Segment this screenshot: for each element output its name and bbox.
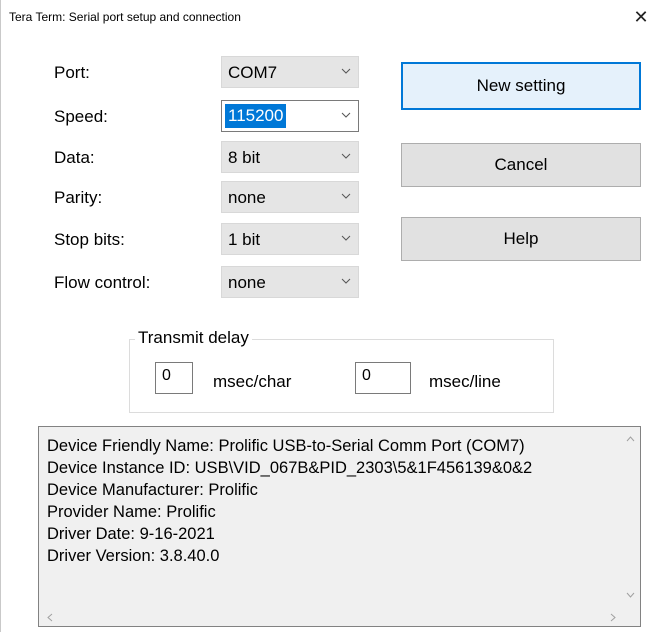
scroll-down-icon[interactable] — [626, 589, 635, 601]
device-instance-id: Device Instance ID: USB\VID_067B&PID_230… — [47, 459, 533, 477]
chevron-down-icon — [340, 63, 352, 79]
port-select[interactable]: COM7 — [221, 56, 359, 88]
port-label: Port: — [54, 63, 90, 82]
device-info-box[interactable]: Device Friendly Name: Prolific USB-to-Se… — [38, 426, 641, 627]
close-icon[interactable]: ✕ — [626, 0, 655, 34]
char-delay-input[interactable]: 0 — [155, 362, 193, 394]
driver-date: Driver Date: 9-16-2021 — [47, 525, 215, 543]
chevron-down-icon — [340, 273, 352, 289]
line-delay-unit: msec/line — [429, 372, 501, 391]
horizontal-scrollbar[interactable] — [39, 608, 624, 626]
driver-version: Driver Version: 3.8.40.0 — [47, 547, 220, 565]
parity-label: Parity: — [54, 188, 103, 207]
data-value: 8 bit — [228, 148, 261, 167]
cancel-button[interactable]: Cancel — [401, 143, 641, 187]
parity-select[interactable]: none — [221, 181, 359, 213]
stop-bits-select[interactable]: 1 bit — [221, 223, 359, 255]
stop-bits-label: Stop bits: — [54, 230, 125, 249]
stop-bits-value: 1 bit — [228, 230, 261, 249]
title-bar: Tera Term: Serial port setup and connect… — [1, 0, 655, 34]
chevron-down-icon — [340, 107, 352, 123]
speed-value: 115200 — [225, 104, 287, 128]
line-delay-input[interactable]: 0 — [355, 362, 411, 394]
help-button[interactable]: Help — [401, 217, 641, 261]
flow-control-value: none — [228, 273, 266, 292]
scroll-right-icon[interactable] — [610, 613, 616, 625]
scroll-left-icon[interactable] — [47, 613, 53, 625]
vertical-scrollbar[interactable] — [622, 427, 640, 609]
chevron-down-icon — [340, 230, 352, 246]
chevron-down-icon — [340, 188, 352, 204]
flow-control-select[interactable]: none — [221, 266, 359, 298]
transmit-delay-title: Transmit delay — [135, 328, 252, 348]
serial-setup-dialog: Tera Term: Serial port setup and connect… — [0, 0, 655, 632]
new-setting-button[interactable]: New setting — [401, 62, 641, 110]
parity-value: none — [228, 188, 266, 207]
char-delay-unit: msec/char — [213, 372, 292, 391]
data-select[interactable]: 8 bit — [221, 141, 359, 173]
speed-select[interactable]: 115200 — [221, 100, 359, 132]
speed-label: Speed: — [54, 107, 108, 126]
device-friendly-name: Device Friendly Name: Prolific USB-to-Se… — [47, 437, 525, 455]
scroll-up-icon[interactable] — [626, 433, 635, 445]
flow-control-label: Flow control: — [54, 273, 151, 292]
device-manufacturer: Device Manufacturer: Prolific — [47, 481, 258, 499]
data-label: Data: — [54, 148, 95, 167]
provider-name: Provider Name: Prolific — [47, 503, 216, 521]
window-title: Tera Term: Serial port setup and connect… — [9, 10, 241, 24]
chevron-down-icon — [340, 148, 352, 164]
port-value: COM7 — [228, 63, 278, 82]
